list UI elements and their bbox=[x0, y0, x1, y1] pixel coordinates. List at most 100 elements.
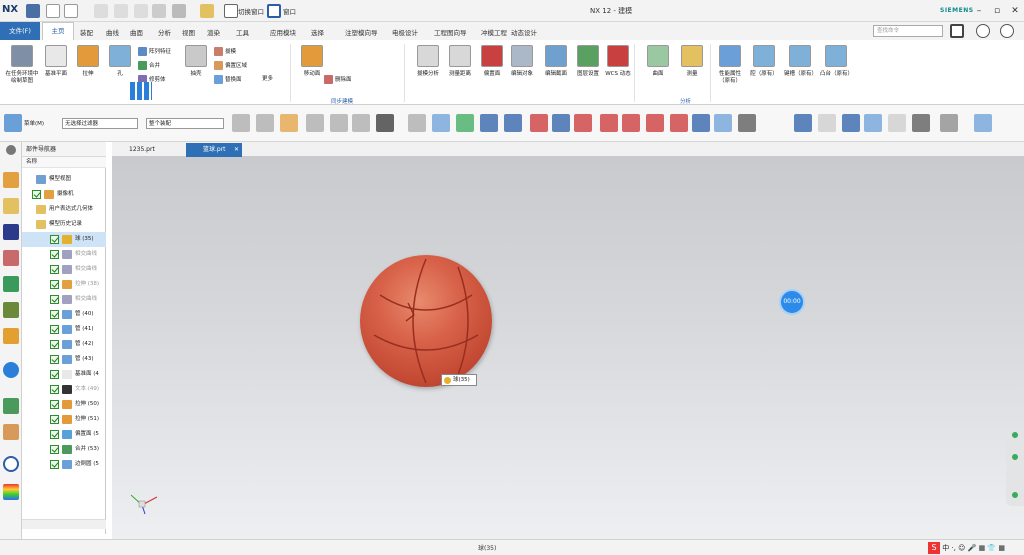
ribbon-button[interactable]: 图层设置 bbox=[572, 43, 604, 99]
tree-row[interactable]: 相交曲线 bbox=[22, 262, 106, 277]
menu-tab[interactable]: 选择 bbox=[311, 27, 324, 37]
menu-tab[interactable]: 曲线 bbox=[106, 27, 119, 37]
touch-mode-icon[interactable] bbox=[200, 4, 214, 18]
visibility-checkbox[interactable] bbox=[50, 415, 59, 424]
menu-icon[interactable] bbox=[4, 114, 22, 132]
close-button[interactable]: ✕ bbox=[1008, 4, 1022, 18]
ribbon-more-label[interactable]: 更多 bbox=[262, 73, 273, 85]
cut-icon[interactable] bbox=[94, 4, 108, 18]
box-icon[interactable] bbox=[974, 114, 992, 132]
menu-tab[interactable]: 应用模块 bbox=[270, 27, 296, 37]
menu-tab[interactable]: 冲模工程 bbox=[481, 27, 507, 37]
menu-tab[interactable]: 注塑模向导 bbox=[345, 27, 378, 37]
pick-icon[interactable] bbox=[256, 114, 274, 132]
point-icon[interactable] bbox=[280, 114, 298, 132]
tab-home[interactable]: 主页 bbox=[42, 22, 74, 40]
tree-row[interactable]: 拉伸 (51) bbox=[22, 412, 106, 427]
process-studio-icon[interactable] bbox=[3, 424, 19, 440]
tree-row[interactable]: 管 (40) bbox=[22, 307, 106, 322]
tag-icon[interactable] bbox=[714, 114, 732, 132]
ribbon-button[interactable]: 抽壳 bbox=[182, 43, 210, 99]
tree-row[interactable]: 摄像机 bbox=[22, 187, 106, 202]
view-icon[interactable] bbox=[912, 114, 930, 132]
tree-row[interactable]: 偏置面 (5 bbox=[22, 427, 106, 442]
ribbon-button[interactable]: 腔（原有） bbox=[748, 43, 780, 99]
assembly-navigator-icon[interactable] bbox=[3, 198, 19, 214]
ime-toolbar[interactable]: S 中 ·, ☺ 🎤 ▦ 👕 ▦ bbox=[928, 542, 1005, 554]
zoom-icon[interactable] bbox=[794, 114, 812, 132]
doc-icon[interactable] bbox=[818, 114, 836, 132]
ribbon-small-button[interactable]: 替换面 bbox=[214, 74, 242, 86]
tab-1235-prt[interactable]: 1235.prt bbox=[112, 143, 186, 157]
tree-row[interactable]: 相交曲线 bbox=[22, 292, 106, 307]
menu-tab[interactable]: 分析 bbox=[158, 27, 171, 37]
snap-point-icon[interactable] bbox=[456, 114, 474, 132]
info-icon[interactable] bbox=[3, 362, 19, 378]
ribbon-small-button[interactable]: 拔模 bbox=[214, 46, 236, 58]
tree-row[interactable]: 管 (41) bbox=[22, 322, 106, 337]
plus-icon[interactable] bbox=[670, 114, 688, 132]
visibility-checkbox[interactable] bbox=[50, 310, 59, 319]
ribbon-button[interactable]: 编辑对象 bbox=[506, 43, 538, 99]
ribbon-button[interactable]: 编辑截面 bbox=[540, 43, 572, 99]
circle-icon[interactable] bbox=[622, 114, 640, 132]
tree-row[interactable]: 基准面 (4 bbox=[22, 367, 106, 382]
solid-icon[interactable] bbox=[408, 114, 426, 132]
menu-tab[interactable]: 电极设计 bbox=[392, 27, 418, 37]
tree-row[interactable]: 球 (35) bbox=[22, 232, 106, 247]
menu-tab[interactable]: 工程图向导 bbox=[434, 27, 467, 37]
visibility-checkbox[interactable] bbox=[50, 370, 59, 379]
menu-tab[interactable]: 视图 bbox=[182, 27, 195, 37]
history-icon[interactable] bbox=[3, 302, 19, 318]
switch-window-icon[interactable] bbox=[224, 4, 238, 18]
fullscreen-icon[interactable] bbox=[950, 24, 964, 38]
solid2-icon[interactable] bbox=[432, 114, 450, 132]
diagonal-icon[interactable] bbox=[692, 114, 710, 132]
tree-row[interactable]: 拉伸 (38) bbox=[22, 277, 106, 292]
command-search-input[interactable]: 查找命令 bbox=[873, 25, 943, 37]
paint-icon[interactable] bbox=[864, 114, 882, 132]
paste-icon[interactable] bbox=[134, 4, 148, 18]
tree-row[interactable]: 合并 (53) bbox=[22, 442, 106, 457]
menu-button-label[interactable]: 菜单(M) bbox=[24, 118, 44, 130]
line-icon[interactable] bbox=[480, 114, 498, 132]
tree-row[interactable]: 相交曲线 bbox=[22, 247, 106, 262]
collapse-ribbon-icon[interactable] bbox=[976, 24, 990, 38]
settings-icon[interactable] bbox=[6, 145, 16, 155]
rect-select-icon[interactable] bbox=[376, 114, 394, 132]
graphics-viewport[interactable] bbox=[112, 157, 1024, 539]
save-icon[interactable] bbox=[26, 4, 40, 18]
switch-window-label[interactable]: 切换窗口 bbox=[238, 6, 264, 16]
tree-row[interactable]: 边倒圆 (5 bbox=[22, 457, 106, 472]
menu-tab[interactable]: 曲面 bbox=[130, 27, 143, 37]
visibility-checkbox[interactable] bbox=[50, 340, 59, 349]
grid-icon[interactable] bbox=[738, 114, 756, 132]
arc-icon[interactable] bbox=[530, 114, 548, 132]
ime-status[interactable]: 中 ·, ☺ 🎤 ▦ 👕 ▦ bbox=[942, 544, 1005, 552]
clock-icon[interactable] bbox=[3, 456, 19, 472]
tree-row[interactable]: 模型历史记录 bbox=[22, 217, 106, 232]
ribbon-button[interactable]: 基准平面 bbox=[42, 43, 70, 99]
visibility-checkbox[interactable] bbox=[50, 265, 59, 274]
menu-tab[interactable]: 动态设计 bbox=[511, 27, 537, 37]
assembly-filter-select[interactable]: 整个装配 bbox=[146, 118, 224, 129]
visibility-checkbox[interactable] bbox=[50, 445, 59, 454]
line2-icon[interactable] bbox=[504, 114, 522, 132]
reuse-library-icon[interactable] bbox=[3, 250, 19, 266]
recording-timer[interactable]: 00:00 bbox=[779, 289, 805, 315]
maximize-button[interactable]: ▫ bbox=[990, 4, 1004, 18]
ribbon-button[interactable]: WCS 动态 bbox=[602, 43, 634, 99]
visibility-checkbox[interactable] bbox=[50, 430, 59, 439]
ribbon-button[interactable]: 测量 bbox=[676, 43, 708, 99]
circle2-icon[interactable] bbox=[646, 114, 664, 132]
visibility-checkbox[interactable] bbox=[50, 385, 59, 394]
ribbon-button[interactable]: 性能属性（原有） bbox=[714, 43, 746, 99]
ribbon-small-button[interactable]: 偏置区域 bbox=[214, 60, 247, 72]
ribbon-button[interactable]: 键槽（原有） bbox=[784, 43, 817, 99]
window-icon[interactable] bbox=[267, 4, 281, 18]
tree-row[interactable]: 文本 (49) bbox=[22, 382, 106, 397]
tree-row[interactable]: 拉伸 (50) bbox=[22, 397, 106, 412]
ribbon-button[interactable]: 曲面 bbox=[642, 43, 674, 99]
ribbon-button[interactable]: 测量距离 bbox=[444, 43, 476, 99]
window-label[interactable]: 窗口 bbox=[283, 6, 296, 16]
